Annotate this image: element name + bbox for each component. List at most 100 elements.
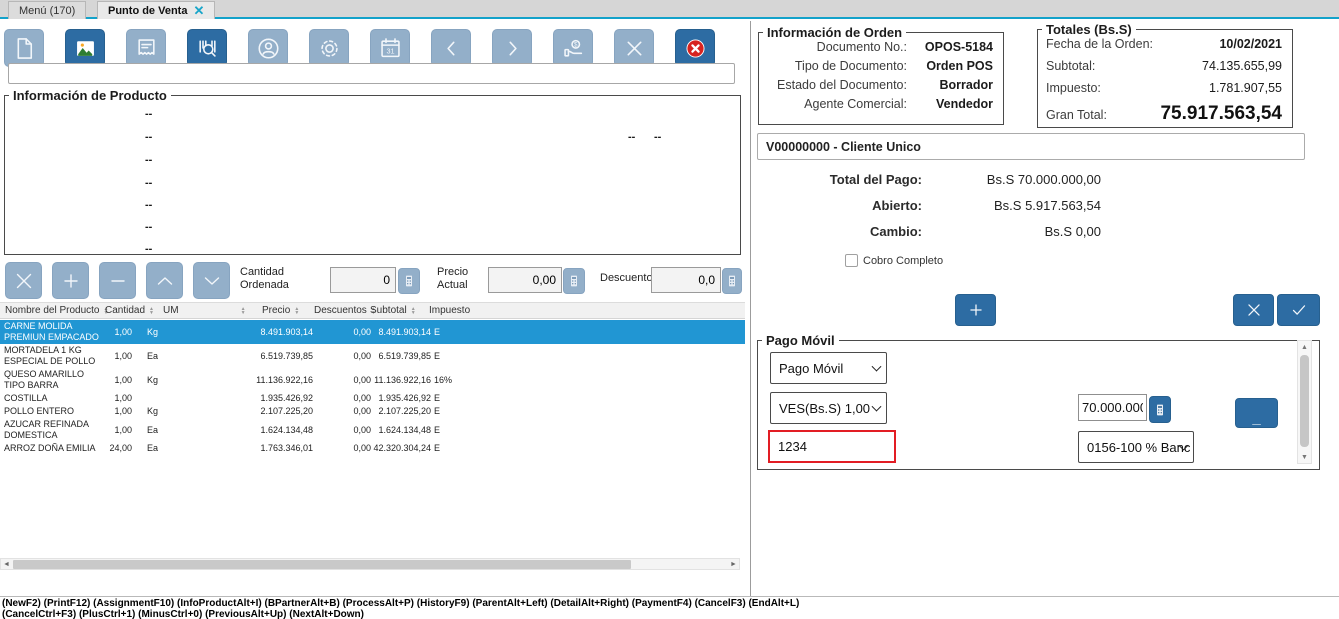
vertical-scrollbar-thumb[interactable] [1300, 355, 1309, 447]
empty-value-dash: -- [145, 108, 153, 120]
sort-icon[interactable]: ▲ ▼ [294, 306, 299, 315]
next-button[interactable] [492, 29, 532, 67]
cancel-button[interactable] [614, 29, 654, 67]
scroll-left-arrow-icon[interactable]: ◄ [1, 559, 12, 569]
product-image-button[interactable] [65, 29, 105, 67]
product-table-body: CARNE MOLIDA PREMIUN EMPACADO 1,00 Kg 8.… [0, 320, 745, 455]
cell-subtotal: 2.107.225,20 [378, 406, 431, 416]
calculator-icon [729, 275, 735, 287]
product-image-icon [76, 40, 94, 56]
quantity-ordered-input[interactable] [330, 267, 396, 293]
horizontal-scrollbar-thumb[interactable] [13, 560, 631, 569]
tab-punto-de-venta[interactable]: Punto de Venta ✕ [97, 1, 216, 19]
payment-coin-hand-icon: $ [563, 39, 582, 57]
calculator-icon [1157, 404, 1163, 415]
cancel-payment-button[interactable] [1233, 294, 1274, 326]
payment-button[interactable]: $ [553, 29, 593, 67]
cell-discount: 0,00 [353, 406, 371, 416]
empty-value-dash: -- [145, 154, 153, 166]
calendar-button[interactable]: 31 [370, 29, 410, 67]
price-calculator-button[interactable] [563, 268, 585, 294]
bank-select[interactable]: 0156-100 % Banc [1078, 431, 1194, 463]
calculator-icon [571, 275, 577, 287]
cell-discount: 0,00 [353, 350, 371, 361]
tab-menu[interactable]: Menú (170) [8, 1, 87, 19]
table-row[interactable]: MORTADELA 1 KG ESPECIAL DE POLLO 1,00 Ea… [0, 344, 745, 368]
table-row[interactable]: COSTILLA 1,00 1.935.426,92 0,00 1.935.42… [0, 392, 745, 405]
exit-button[interactable] [675, 29, 715, 67]
panel-divider [750, 21, 751, 596]
current-price-input[interactable] [488, 267, 562, 293]
column-header-um[interactable]: UM ▲ ▼ [158, 305, 257, 316]
tax-label: Impuesto: [1046, 81, 1101, 95]
cell-price: 6.519.739,85 [260, 350, 313, 361]
vertical-scrollbar[interactable]: ▲ ▼ [1297, 340, 1312, 464]
increase-quantity-button[interactable] [52, 262, 89, 299]
sort-icon[interactable]: ▲ ▼ [149, 306, 154, 315]
tender-type-select[interactable]: Pago Móvil [770, 352, 887, 384]
cell-um: Ea [147, 443, 159, 453]
sort-icon[interactable]: ▲ ▼ [241, 306, 246, 315]
scroll-right-arrow-icon[interactable]: ► [728, 559, 739, 569]
change-value: Bs.S 0,00 [1044, 224, 1101, 239]
scroll-up-arrow-icon[interactable]: ▲ [1298, 341, 1311, 353]
decrease-quantity-button[interactable] [99, 262, 136, 299]
order-info-panel: Información de Orden Documento No.: OPOS… [758, 25, 1004, 125]
column-header-product-name[interactable]: Nombre del Producto ▲ ▼ [0, 305, 108, 316]
cell-tax: 16% [434, 374, 453, 385]
new-document-button[interactable] [4, 29, 44, 67]
document-type-value: Orden POS [926, 59, 993, 73]
receipt-button[interactable] [126, 29, 166, 67]
discount-calculator-button[interactable] [722, 268, 742, 294]
amount-calculator-button[interactable] [1149, 396, 1171, 423]
product-search-input[interactable] [8, 63, 735, 84]
move-down-button[interactable] [193, 262, 230, 299]
cell-price: 11.136.922,16 [256, 374, 313, 385]
document-no-label: Documento No.: [816, 40, 907, 54]
cell-subtotal: 1.624.134,48 [378, 424, 431, 435]
table-row[interactable]: CARNE MOLIDA PREMIUN EMPACADO 1,00 Kg 8.… [0, 320, 745, 344]
payment-total-row: Total del Pago: Bs.S 70.000.000,00 [757, 172, 1101, 190]
column-header-discounts[interactable]: Descuentos ▲ ▼ [309, 305, 376, 316]
horizontal-scrollbar[interactable]: ◄ ► [0, 558, 740, 570]
table-row[interactable]: POLLO ENTERO 1,00 Kg 2.107.225,20 0,00 2… [0, 405, 745, 418]
complete-collection-checkbox[interactable] [845, 254, 858, 267]
discounts-input[interactable] [651, 267, 721, 293]
cell-quantity: 24,00 [109, 443, 132, 453]
cell-discount: 0,00 [353, 374, 371, 385]
payment-amount-input[interactable] [1078, 394, 1147, 421]
currency-select[interactable]: VES(Bs.S) 1,00 [770, 392, 887, 424]
cell-tax: E [434, 406, 441, 416]
scroll-down-arrow-icon[interactable]: ▼ [1298, 451, 1311, 463]
new-document-icon [17, 37, 32, 59]
empty-value-dash: -- [145, 243, 153, 255]
table-row[interactable]: AZUCAR REFINADA DOMESTICA 1,00 Ea 1.624.… [0, 418, 745, 442]
sort-icon[interactable]: ▲ ▼ [411, 306, 416, 315]
payment-total-label: Total del Pago: [829, 172, 922, 187]
change-row: Cambio: Bs.S 0,00 [757, 224, 1101, 242]
column-header-price[interactable]: Precio ▲ ▼ [257, 305, 309, 316]
move-up-button[interactable] [146, 262, 183, 299]
previous-button[interactable] [431, 29, 471, 67]
reference-number-input[interactable] [768, 430, 896, 463]
table-row[interactable]: QUESO AMARILLO TIPO BARRA 1,00 Kg 11.136… [0, 368, 745, 392]
settings-button[interactable] [309, 29, 349, 67]
barcode-search-button[interactable] [187, 29, 227, 67]
subtotal-label: Subtotal: [1046, 59, 1096, 73]
table-row[interactable]: ARROZ DOÑA EMILIA 24,00 Ea 1.763.346,01 … [0, 442, 745, 455]
quantity-calculator-button[interactable] [398, 268, 420, 294]
add-payment-button[interactable] [955, 294, 996, 326]
column-header-tax[interactable]: Impuesto [424, 305, 745, 316]
tab-close-icon[interactable]: ✕ [193, 4, 204, 17]
delete-line-button[interactable] [5, 262, 42, 299]
confirm-payment-button[interactable] [1277, 294, 1320, 326]
cell-product-name: AZUCAR REFINADA DOMESTICA [4, 419, 89, 440]
plus-icon [63, 273, 78, 288]
cell-um: Ea [147, 350, 159, 361]
business-partner-button[interactable] [248, 29, 288, 67]
remove-payment-button[interactable]: _ [1235, 398, 1278, 428]
cell-price: 2.107.225,20 [260, 406, 313, 416]
customer-input[interactable] [757, 133, 1305, 160]
column-header-subtotal[interactable]: Subtotal ▲ ▼ [365, 305, 424, 316]
column-header-quantity[interactable]: Cantidad ▲ ▼ [100, 305, 158, 316]
